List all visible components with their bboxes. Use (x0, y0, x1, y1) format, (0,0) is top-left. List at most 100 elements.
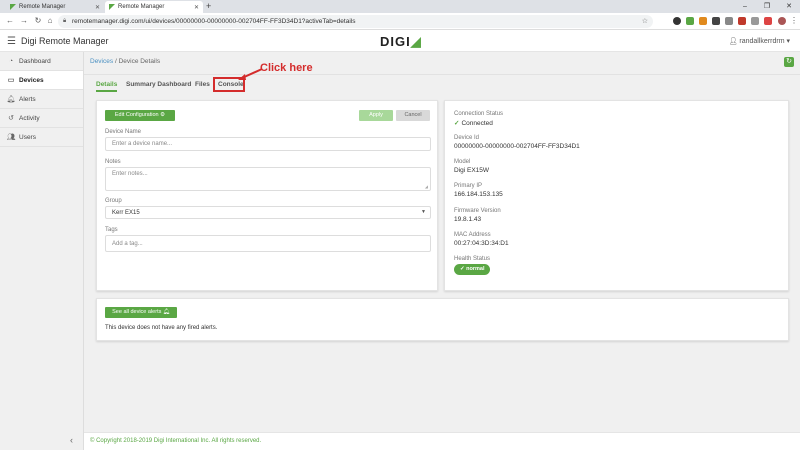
see-all-device-alerts-button[interactable]: See all device alerts 🔔︎ (105, 307, 177, 318)
model-value: Digi EX15W (454, 167, 490, 174)
extension-icon[interactable] (712, 17, 720, 25)
sidebar-item-label: Alerts (19, 95, 36, 103)
chevron-down-icon: ▼ (421, 209, 426, 215)
notes-label: Notes (105, 159, 121, 165)
sidebar-item-label: Devices (19, 76, 44, 84)
close-tab-icon[interactable]: ✕ (95, 4, 100, 11)
home-icon[interactable]: ⌂ (44, 15, 56, 27)
resize-grip-icon[interactable]: ◢ (425, 184, 428, 189)
close-window-icon[interactable]: ✕ (778, 0, 800, 13)
users-icon: 👥︎ (6, 134, 16, 141)
device-info-card: Connection Status ✓ Connected Device Id 0… (444, 100, 789, 291)
sidebar-item-label: Activity (19, 114, 40, 122)
browser-menu-icon[interactable]: ⋮ (788, 15, 800, 27)
lock-icon: 🔒︎ (63, 18, 67, 24)
health-status-badge: ✓ normal (454, 264, 491, 275)
dashboard-icon: ◔ (8, 57, 14, 65)
url-text: remotemanager.digi.com/ui/devices/000000… (72, 18, 356, 25)
browser-tab-1[interactable]: Remote Manager ✕ (6, 1, 104, 13)
apply-button[interactable]: Apply (359, 110, 393, 121)
app-header: ☰ Digi Remote Manager DIGI◢ 👤︎ randallke… (0, 31, 800, 52)
extension-icon[interactable] (764, 17, 772, 25)
browser-tab-2[interactable]: Remote Manager ✕ (105, 1, 203, 13)
extension-icon[interactable] (751, 17, 759, 25)
user-menu[interactable]: 👤︎ randallkerrdrm ▾ (729, 37, 790, 45)
sidebar-item-alerts[interactable]: 🔔︎ Alerts (0, 90, 83, 109)
primary-ip-label: Primary IP (454, 183, 483, 189)
tab-summary-dashboard[interactable]: Summary Dashboard (126, 81, 191, 88)
sidebar-item-users[interactable]: 👥︎ Users (0, 128, 83, 147)
check-icon: ✓ (454, 120, 460, 127)
extension-icon[interactable] (725, 17, 733, 25)
breadcrumb-separator: / (114, 58, 117, 65)
breadcrumb: Devices / Device Details (90, 58, 160, 65)
digi-logo: DIGI◢ (380, 34, 422, 49)
breadcrumb-devices-link[interactable]: Devices (90, 58, 113, 65)
devices-icon: ▭ (7, 77, 15, 84)
browser-toolbar: ← → ↻ ⌂ 🔒︎ remotemanager.digi.com/ui/dev… (0, 13, 800, 30)
annotation-callout: Click here (260, 62, 313, 74)
notes-placeholder: Enter notes... (112, 171, 148, 177)
menu-icon[interactable]: ☰ (7, 37, 16, 47)
group-select[interactable]: Kerr EX15 ▼ (105, 206, 431, 219)
device-id-label: Device Id (454, 135, 480, 141)
notes-textarea[interactable]: Enter notes... ◢ (105, 167, 431, 191)
new-tab-button[interactable]: + (206, 1, 211, 12)
tab-files[interactable]: Files (195, 81, 210, 88)
extension-icon[interactable] (673, 17, 681, 25)
cancel-button[interactable]: Cancel (396, 110, 430, 121)
annotation-arrow-icon (238, 68, 263, 80)
main-content: Devices / Device Details ↻ Details Summa… (84, 52, 800, 432)
group-label: Group (105, 198, 122, 204)
configuration-card: Edit Configuration ⚙ Apply Cancel Device… (96, 100, 438, 291)
extension-icon[interactable] (686, 17, 694, 25)
divider (84, 74, 800, 75)
digi-favicon-icon (10, 4, 16, 10)
close-tab-icon[interactable]: ✕ (194, 4, 199, 11)
primary-ip-value: 166.184.153.135 (454, 191, 503, 198)
digi-favicon-icon (109, 4, 115, 10)
profile-avatar[interactable] (778, 17, 786, 25)
sidebar-item-dashboard[interactable]: ◔ Dashboard (0, 52, 83, 71)
user-icon: 👤︎ (728, 38, 738, 45)
address-bar[interactable]: 🔒︎ remotemanager.digi.com/ui/devices/000… (58, 15, 653, 28)
connection-status-label: Connection Status (454, 111, 504, 117)
check-icon: ✓ (460, 266, 465, 272)
back-icon[interactable]: ← (4, 15, 16, 27)
device-name-label: Device Name (105, 129, 142, 135)
bell-icon: 🔔︎ (6, 96, 16, 103)
gear-icon: ⚙ (160, 112, 166, 118)
firmware-version-value: 19.8.1.43 (454, 216, 482, 223)
device-alerts-card: See all device alerts 🔔︎ This device doe… (96, 298, 789, 341)
mac-address-label: MAC Address (454, 232, 491, 238)
sidebar-item-label: Dashboard (19, 57, 51, 65)
tab-details[interactable]: Details (96, 81, 118, 92)
chevron-down-icon: ▾ (786, 38, 790, 45)
device-name-input[interactable]: Enter a device name... (105, 137, 431, 151)
reload-icon[interactable]: ↻ (32, 15, 44, 27)
sidebar-item-label: Users (19, 133, 36, 141)
model-label: Model (454, 159, 471, 165)
tags-input[interactable]: Add a tag... (105, 235, 431, 252)
sidebar: ◔ Dashboard ▭ Devices 🔔︎ Alerts ↺ Activi… (0, 52, 84, 450)
bell-icon: 🔔︎ (162, 309, 170, 315)
mac-address-value: 00:27:04:3D:34:D1 (454, 240, 509, 247)
refresh-icon[interactable]: ↻ (784, 57, 794, 67)
footer: © Copyright 2018-2019 Digi International… (84, 432, 800, 450)
minimize-icon[interactable]: – (734, 0, 756, 13)
user-name: randallkerrdrm (739, 38, 785, 45)
extension-icon[interactable] (738, 17, 746, 25)
sidebar-item-activity[interactable]: ↺ Activity (0, 109, 83, 128)
browser-tab-title: Remote Manager (118, 4, 165, 10)
sidebar-item-devices[interactable]: ▭ Devices (0, 71, 83, 90)
collapse-sidebar-icon[interactable]: ‹ (70, 435, 73, 445)
star-icon[interactable]: ☆ (642, 15, 648, 28)
edit-configuration-button[interactable]: Edit Configuration ⚙ (105, 110, 175, 121)
device-id-value: 00000000-00000000-002704FF-FF3D34D1 (454, 143, 580, 150)
maximize-icon[interactable]: ❐ (756, 0, 778, 13)
firmware-version-label: Firmware Version (454, 208, 501, 214)
extension-icon[interactable] (699, 17, 707, 25)
tags-label: Tags (105, 227, 118, 233)
breadcrumb-current: Device Details (118, 58, 161, 65)
forward-icon[interactable]: → (18, 15, 30, 27)
